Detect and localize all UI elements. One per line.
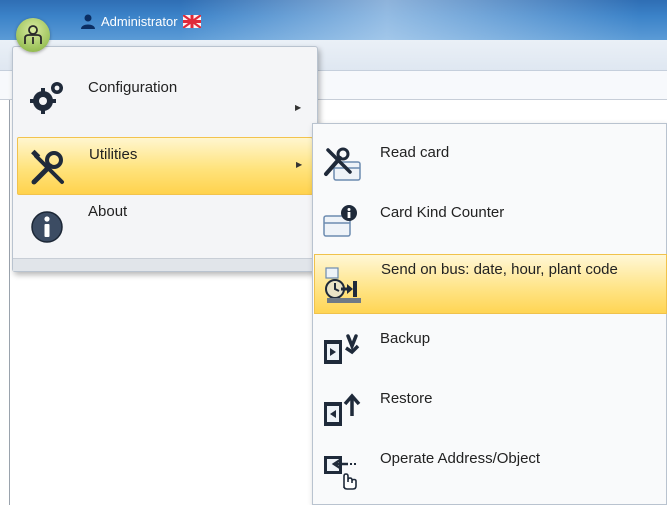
chevron-right-icon: ▶ (296, 160, 303, 169)
uk-flag-icon[interactable] (182, 14, 201, 28)
submenu-item-backup[interactable]: Backup (314, 316, 665, 374)
submenu-item-card-kind-counter[interactable]: Card Kind Counter (314, 190, 665, 248)
chevron-right-icon: ▶ (295, 103, 302, 112)
submenu-item-label: Operate Address/Object (380, 450, 541, 467)
content-border (9, 100, 10, 505)
menu-item-label: Configuration (88, 79, 178, 96)
submenu-item-label: Send on bus: date, hour, plant code (381, 261, 618, 278)
submenu-item-label: Card Kind Counter (380, 204, 505, 221)
menu-item-configuration[interactable]: Configuration ▶ (17, 67, 311, 123)
app-menu: Configuration ▶ Utilities ▶ About (12, 46, 318, 272)
restore-icon (324, 393, 361, 426)
submenu-item-label: Read card (380, 144, 450, 161)
menu-footer (13, 258, 317, 271)
operate-address-icon (324, 456, 357, 490)
card-info-icon (323, 205, 357, 237)
submenu-item-operate-address[interactable]: Operate Address/Object (314, 436, 665, 494)
user-name: Administrator (101, 13, 178, 29)
submenu-item-restore[interactable]: Restore (314, 376, 665, 434)
tools-icon (31, 149, 64, 185)
submenu-item-label: Restore (380, 390, 433, 407)
menu-item-label: About (88, 203, 128, 220)
user-icon (81, 14, 95, 29)
app-menu-button[interactable] (16, 18, 50, 52)
submenu-item-send-on-bus[interactable]: Send on bus: date, hour, plant code (314, 254, 667, 314)
title-bar: Administrator (0, 0, 667, 40)
info-icon (31, 211, 63, 243)
send-bus-icon (325, 267, 361, 303)
utilities-submenu: Read card Card Kind Counter Send on bus:… (312, 123, 667, 505)
gears-icon (30, 82, 63, 114)
user-indicator[interactable]: Administrator (80, 12, 201, 30)
users-icon (24, 25, 42, 44)
menu-item-about[interactable]: About (17, 197, 311, 253)
submenu-item-label: Backup (380, 330, 431, 347)
submenu-item-read-card[interactable]: Read card (314, 130, 665, 188)
title-bar-glow (180, 0, 640, 40)
backup-icon (324, 334, 360, 364)
menu-item-label: Utilities (89, 146, 138, 163)
read-card-icon (324, 147, 361, 181)
menu-item-utilities[interactable]: Utilities ▶ (17, 137, 313, 195)
